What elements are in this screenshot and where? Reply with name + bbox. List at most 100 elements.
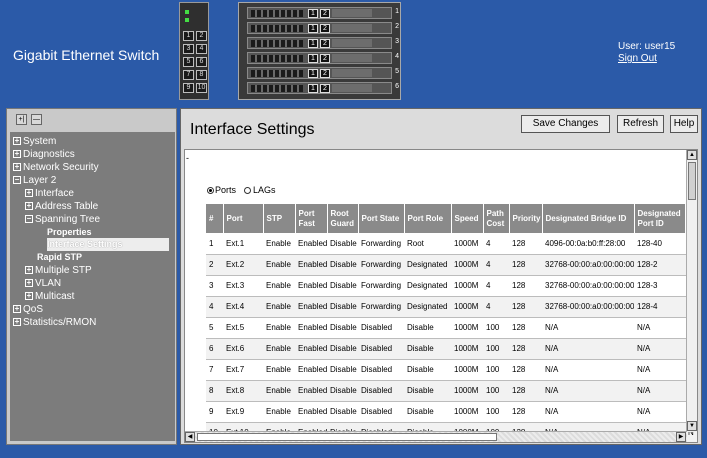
horizontal-scrollbar[interactable]: ◀ ▶ xyxy=(185,431,687,442)
save-changes-button[interactable]: Save Changes xyxy=(521,115,610,133)
scroll-right-icon[interactable]: ▶ xyxy=(676,432,686,442)
table-cell: 100 xyxy=(483,359,509,381)
table-cell: Enabled xyxy=(295,254,327,276)
column-header[interactable]: Root Guard xyxy=(327,204,359,233)
table-cell: Disable xyxy=(327,359,358,381)
expand-plus-icon[interactable]: + xyxy=(25,189,33,197)
column-header[interactable]: Designated Bridge ID xyxy=(542,204,635,233)
tree-item-interface[interactable]: + Interface xyxy=(25,187,74,200)
column-header[interactable]: Port Role xyxy=(404,204,452,233)
table-cell: 128-40 xyxy=(634,233,685,255)
table-cell: Designated xyxy=(404,275,451,297)
tree-item-label: System xyxy=(23,136,57,147)
table-cell: Enable xyxy=(263,401,295,423)
horizontal-scroll-thumb[interactable] xyxy=(197,433,497,441)
table-cell: 100 xyxy=(483,338,509,360)
tree-item-label: Network Security xyxy=(23,162,99,173)
table-row[interactable]: 3 Ext.3 Enable Enabled Disable Forwarding Desi… xyxy=(206,275,697,297)
table-cell: Ext.8 xyxy=(223,380,263,402)
column-header[interactable]: Port State xyxy=(358,204,405,233)
scroll-up-icon[interactable]: ▲ xyxy=(687,150,697,160)
lags-radio[interactable] xyxy=(244,187,251,194)
table-cell: Disable xyxy=(327,296,358,318)
tree-item-qos[interactable]: + QoS xyxy=(13,303,43,316)
scroll-left-icon[interactable]: ◀ xyxy=(185,432,195,442)
device-port-icon: 5 xyxy=(183,57,194,67)
tree-item-vlan[interactable]: + VLAN xyxy=(25,277,61,290)
table-cell: 4 xyxy=(206,296,223,318)
module-label-plate xyxy=(332,39,372,47)
column-header[interactable]: Port xyxy=(223,204,264,233)
table-cell: Ext.9 xyxy=(223,401,263,423)
table-row[interactable]: 9 Ext.9 Enable Enabled Disable Disabled Disabl… xyxy=(206,401,697,423)
table-row[interactable]: 4 Ext.4 Enable Enabled Disable Forwarding Desi… xyxy=(206,296,697,318)
table-cell: 1000M xyxy=(451,296,483,318)
table-cell: Enable xyxy=(263,254,295,276)
scroll-down-icon[interactable]: ▼ xyxy=(687,421,697,431)
column-header[interactable]: Port Fast xyxy=(295,204,328,233)
expand-plus-icon[interactable]: + xyxy=(13,150,21,158)
table-cell: Ext.5 xyxy=(223,317,263,339)
ports-radio[interactable] xyxy=(207,187,214,194)
tree-item-statistics-rmon[interactable]: + Statistics/RMON xyxy=(13,316,96,329)
expand-plus-icon[interactable]: + xyxy=(13,137,21,145)
expand-plus-icon[interactable]: + xyxy=(13,305,21,313)
table-cell: N/A xyxy=(542,338,634,360)
table-row[interactable]: 6 Ext.6 Enable Enabled Disable Disabled Disabl… xyxy=(206,338,697,360)
table-cell: Enable xyxy=(263,380,295,402)
table-row[interactable]: 8 Ext.8 Enable Enabled Disable Disabled Disabl… xyxy=(206,380,697,402)
module-slot-b: 2 xyxy=(320,9,330,18)
tree-item-system[interactable]: + System xyxy=(13,135,56,148)
table-cell: 7 xyxy=(206,359,223,381)
table-row[interactable]: 2 Ext.2 Enable Enabled Disable Forwarding Desi… xyxy=(206,254,697,276)
expand-plus-icon[interactable]: + xyxy=(13,163,21,171)
table-cell: 1000M xyxy=(451,317,483,339)
expand-plus-icon[interactable]: + xyxy=(25,266,33,274)
tree-item-rapid-stp[interactable]: Rapid STP xyxy=(37,251,82,264)
column-header[interactable]: Path Cost xyxy=(483,204,510,233)
expand-plus-icon[interactable]: + xyxy=(13,318,21,326)
tree-item-layer-2[interactable]: − Layer 2 xyxy=(13,174,56,187)
device-port-icon: 6 xyxy=(196,57,207,67)
tree-item-multicast[interactable]: + Multicast xyxy=(25,290,74,303)
table-cell: Enable xyxy=(263,317,295,339)
tree-item-interface-settings[interactable]: Interface Settings xyxy=(47,238,169,251)
module-slot-b: 2 xyxy=(320,84,330,93)
column-header[interactable]: Designated Port ID xyxy=(634,204,686,233)
table-row[interactable]: 1 Ext.1 Enable Enabled Disable Forwarding Root… xyxy=(206,233,697,255)
tree-item-multiple-stp[interactable]: + Multiple STP xyxy=(25,264,92,277)
collapse-all-button[interactable]: — xyxy=(31,114,42,125)
column-header[interactable]: # xyxy=(206,204,224,233)
expand-plus-icon[interactable]: + xyxy=(25,292,33,300)
table-cell: Enabled xyxy=(295,359,327,381)
table-cell: N/A xyxy=(542,380,634,402)
refresh-button[interactable]: Refresh xyxy=(617,115,664,133)
tree-item-label: Properties xyxy=(47,227,92,237)
table-row[interactable]: 5 Ext.5 Enable Enabled Disable Disabled Disabl… xyxy=(206,317,697,339)
navigation-frame: +| — + System + Diagnostics + Network Securit… xyxy=(6,108,177,445)
table-cell: Ext.2 xyxy=(223,254,263,276)
table-cell: Disabled xyxy=(358,317,404,339)
tree-item-spanning-tree[interactable]: − Spanning Tree xyxy=(25,213,100,226)
table-cell: Ext.1 xyxy=(223,233,263,255)
column-header[interactable]: Priority xyxy=(509,204,543,233)
app-window: Gigabit Ethernet Switch 1 2 3 4 5 6 7 8 9 10 1211… xyxy=(0,0,707,458)
expand-plus-icon[interactable]: + xyxy=(25,279,33,287)
module-slot-a: 1 xyxy=(308,39,318,48)
help-button[interactable]: Help xyxy=(670,115,698,133)
collapse-minus-icon[interactable]: − xyxy=(25,215,33,223)
sign-out-link[interactable]: Sign Out xyxy=(618,53,657,64)
expand-plus-icon[interactable]: + xyxy=(25,202,33,210)
collapse-minus-icon[interactable]: − xyxy=(13,176,21,184)
column-header[interactable]: STP xyxy=(263,204,296,233)
expand-all-button[interactable]: +| xyxy=(16,114,27,125)
tree-item-network-security[interactable]: + Network Security xyxy=(13,161,99,174)
module-slot-a: 1 xyxy=(308,69,318,78)
tree-item-diagnostics[interactable]: + Diagnostics xyxy=(13,148,75,161)
tree-item-address-table[interactable]: + Address Table xyxy=(25,200,98,213)
column-header[interactable]: Speed xyxy=(451,204,484,233)
chassis-module: 122 xyxy=(247,22,399,34)
vertical-scrollbar[interactable]: ▲ ▼ xyxy=(686,150,697,432)
table-row[interactable]: 7 Ext.7 Enable Enabled Disable Disabled Disabl… xyxy=(206,359,697,381)
vertical-scroll-thumb[interactable] xyxy=(688,162,696,200)
